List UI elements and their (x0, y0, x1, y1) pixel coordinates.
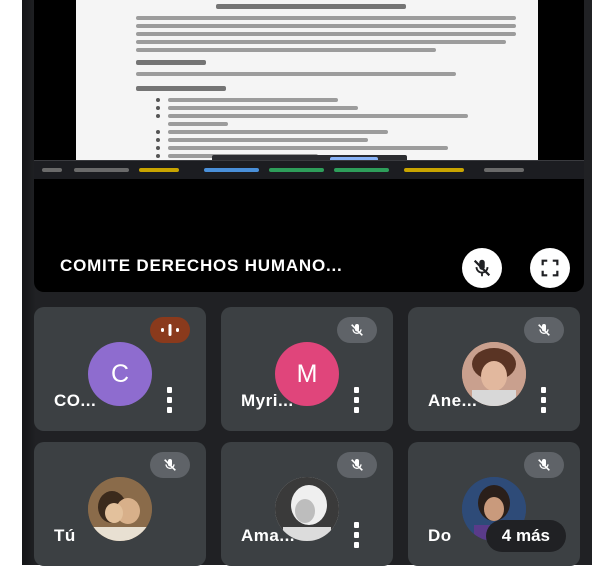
mic-off-badge (524, 317, 564, 343)
audio-wave-icon (161, 324, 179, 336)
fullscreen-icon (541, 259, 559, 277)
mic-off-badge (337, 317, 377, 343)
participant-name: Ama... (241, 526, 296, 545)
presenter-mic-button[interactable] (462, 248, 502, 288)
profile-photo (88, 477, 152, 541)
more-options-icon[interactable] (351, 522, 361, 548)
participant-tile[interactable]: Ane... (408, 307, 580, 431)
participant-tile[interactable]: C CO... (34, 307, 206, 431)
presenter-name: COMITE DERECHOS HUMANO... (60, 256, 343, 275)
mic-off-icon (351, 324, 363, 336)
participant-name: Ane... (428, 391, 478, 410)
participant-tile[interactable]: Tú (34, 442, 206, 566)
more-options-icon[interactable] (538, 387, 548, 413)
shared-taskbar (34, 160, 584, 179)
participant-name: Do (428, 526, 452, 545)
shared-screen[interactable]: COMITE DERECHOS HUMANO... (34, 0, 584, 292)
meet-app: COMITE DERECHOS HUMANO... C CO... M Myri… (22, 0, 592, 566)
mic-off-badge (337, 452, 377, 478)
speaking-indicator (150, 317, 190, 343)
participant-tile[interactable]: Ama... (221, 442, 393, 566)
mic-off-icon (164, 459, 176, 471)
participant-tile[interactable]: Do 4 más (408, 442, 580, 566)
more-options-icon[interactable] (351, 387, 361, 413)
mic-off-icon (538, 324, 550, 336)
fullscreen-button[interactable] (530, 248, 570, 288)
participant-tile[interactable]: M Myri... (221, 307, 393, 431)
participant-name: Myri... (241, 391, 294, 410)
mic-off-icon (473, 259, 491, 277)
participant-name: Tú (54, 526, 76, 545)
more-options-icon[interactable] (164, 387, 174, 413)
avatar: C (88, 342, 152, 406)
mic-off-badge (150, 452, 190, 478)
participant-name: CO... (54, 391, 97, 410)
more-participants-button[interactable]: 4 más (485, 520, 566, 552)
mic-off-icon (538, 459, 550, 471)
shared-document (76, 0, 538, 160)
mic-off-badge (524, 452, 564, 478)
mic-off-icon (351, 459, 363, 471)
